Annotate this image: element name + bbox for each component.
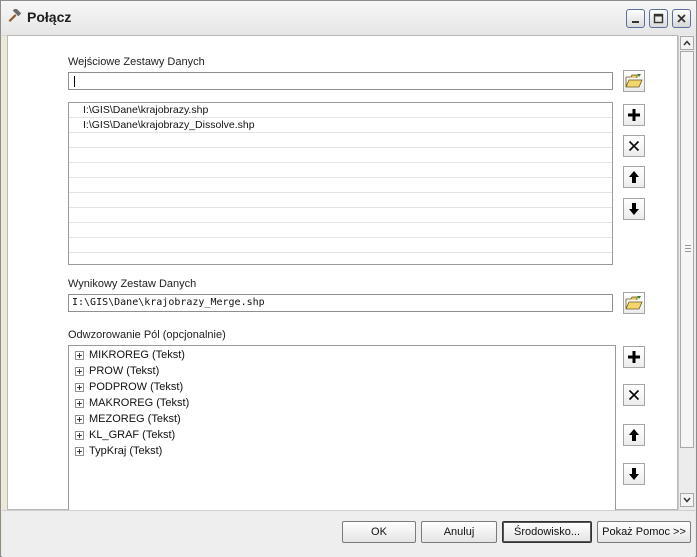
list-row-empty xyxy=(69,238,612,253)
list-item-text: I:\GIS\Dane\krajobrazy.shp xyxy=(83,104,209,116)
input-datasets-field[interactable] xyxy=(68,72,613,90)
window-title: Połącz xyxy=(27,9,72,25)
output-dataset-field[interactable]: I:\GIS\Dane\krajobrazy_Merge.shp xyxy=(68,294,613,312)
scroll-up-button[interactable] xyxy=(680,36,694,50)
plus-icon xyxy=(628,351,640,363)
arrow-up-icon xyxy=(629,171,639,183)
remove-field-button[interactable] xyxy=(623,384,645,406)
open-folder-icon xyxy=(625,74,643,88)
field-name: MEZOREG (Tekst) xyxy=(89,413,181,425)
field-tree-item[interactable]: MIKROREG (Tekst) xyxy=(75,348,185,362)
text-caret xyxy=(74,76,75,87)
ok-button[interactable]: OK xyxy=(342,521,416,543)
delete-x-icon xyxy=(628,140,640,152)
delete-x-icon xyxy=(628,389,640,401)
arrow-up-icon xyxy=(629,429,639,441)
chevron-up-icon xyxy=(683,40,691,46)
plus-icon xyxy=(628,109,640,121)
scroll-down-button[interactable] xyxy=(680,493,694,507)
vertical-scrollbar[interactable] xyxy=(678,35,695,510)
field-tree-item[interactable]: MEZOREG (Tekst) xyxy=(75,412,181,426)
list-item[interactable]: I:\GIS\Dane\krajobrazy_Dissolve.shp xyxy=(69,118,612,133)
field-name: MIKROREG (Tekst) xyxy=(89,349,185,361)
move-up-input-button[interactable] xyxy=(623,166,645,188)
list-row-empty xyxy=(69,208,612,223)
dialog-content: Wejściowe Zestawy Danych I:\GIS\Dane\kra… xyxy=(7,35,678,511)
minimize-icon xyxy=(632,21,639,23)
show-help-button[interactable]: Pokaż Pomoc >> xyxy=(597,521,691,543)
add-field-button[interactable] xyxy=(623,346,645,368)
cancel-button[interactable]: Anuluj xyxy=(421,521,497,543)
add-input-button[interactable] xyxy=(623,104,645,126)
move-down-field-button[interactable] xyxy=(623,463,645,485)
maximize-button[interactable] xyxy=(649,9,668,28)
scroll-thumb[interactable] xyxy=(680,51,694,448)
browse-output-button[interactable] xyxy=(623,292,645,314)
field-name: PODPROW (Tekst) xyxy=(89,381,184,393)
field-tree-item[interactable]: MAKROREG (Tekst) xyxy=(75,396,189,410)
expand-icon[interactable] xyxy=(75,350,84,360)
field-tree-item[interactable]: KL_GRAF (Tekst) xyxy=(75,428,175,442)
minimize-button[interactable] xyxy=(626,9,645,28)
field-name: MAKROREG (Tekst) xyxy=(89,397,190,409)
arrow-down-icon xyxy=(629,468,639,480)
browse-input-button[interactable] xyxy=(623,70,645,92)
field-tree-item[interactable]: PODPROW (Tekst) xyxy=(75,380,183,394)
list-row-empty xyxy=(69,163,612,178)
grip-line xyxy=(685,245,691,246)
expand-icon[interactable] xyxy=(75,398,84,408)
open-folder-icon xyxy=(625,296,643,310)
hammer-icon xyxy=(8,9,22,23)
expand-icon[interactable] xyxy=(75,430,84,440)
arrow-down-icon xyxy=(629,203,639,215)
field-name: PROW (Tekst) xyxy=(89,365,160,377)
remove-input-button[interactable] xyxy=(623,135,645,157)
chevron-down-icon xyxy=(683,497,691,503)
list-row-empty xyxy=(69,253,612,264)
input-datasets-list[interactable]: I:\GIS\Dane\krajobrazy.shp I:\GIS\Dane\k… xyxy=(68,102,613,265)
move-up-field-button[interactable] xyxy=(623,424,645,446)
field-mapping-tree[interactable]: MIKROREG (Tekst) PROW (Tekst) PODPROW (T… xyxy=(68,345,616,511)
environment-button[interactable]: Środowisko... xyxy=(502,521,592,543)
field-name: KL_GRAF (Tekst) xyxy=(89,429,176,441)
expand-icon[interactable] xyxy=(75,366,84,376)
expand-icon[interactable] xyxy=(75,446,84,456)
expand-icon[interactable] xyxy=(75,382,84,392)
list-row-empty xyxy=(69,133,612,148)
button-bar: OK Anuluj Środowisko... Pokaż Pomoc >> xyxy=(2,510,695,557)
field-name: TypKraj (Tekst) xyxy=(89,445,163,457)
merge-dialog: Połącz Wejściowe Zestawy Danych I:\GIS\D… xyxy=(0,0,697,557)
field-tree-item[interactable]: PROW (Tekst) xyxy=(75,364,159,378)
field-mapping-label: Odwzorowanie Pól (opcjonalnie) xyxy=(68,329,226,341)
field-tree-item[interactable]: TypKraj (Tekst) xyxy=(75,444,162,458)
maximize-icon xyxy=(653,13,664,24)
close-button[interactable] xyxy=(672,9,691,28)
list-row-empty xyxy=(69,148,612,163)
expand-icon[interactable] xyxy=(75,414,84,424)
list-item-text: I:\GIS\Dane\krajobrazy_Dissolve.shp xyxy=(83,119,255,131)
list-item[interactable]: I:\GIS\Dane\krajobrazy.shp xyxy=(69,103,612,118)
grip-line xyxy=(685,251,691,252)
grip-line xyxy=(685,248,691,249)
move-down-input-button[interactable] xyxy=(623,198,645,220)
output-dataset-label: Wynikowy Zestaw Danych xyxy=(68,278,197,290)
list-row-empty xyxy=(69,223,612,238)
input-datasets-label: Wejściowe Zestawy Danych xyxy=(68,56,205,68)
list-row-empty xyxy=(69,178,612,193)
list-row-empty xyxy=(69,193,612,208)
close-icon xyxy=(677,14,686,23)
title-bar[interactable]: Połącz xyxy=(1,1,696,36)
